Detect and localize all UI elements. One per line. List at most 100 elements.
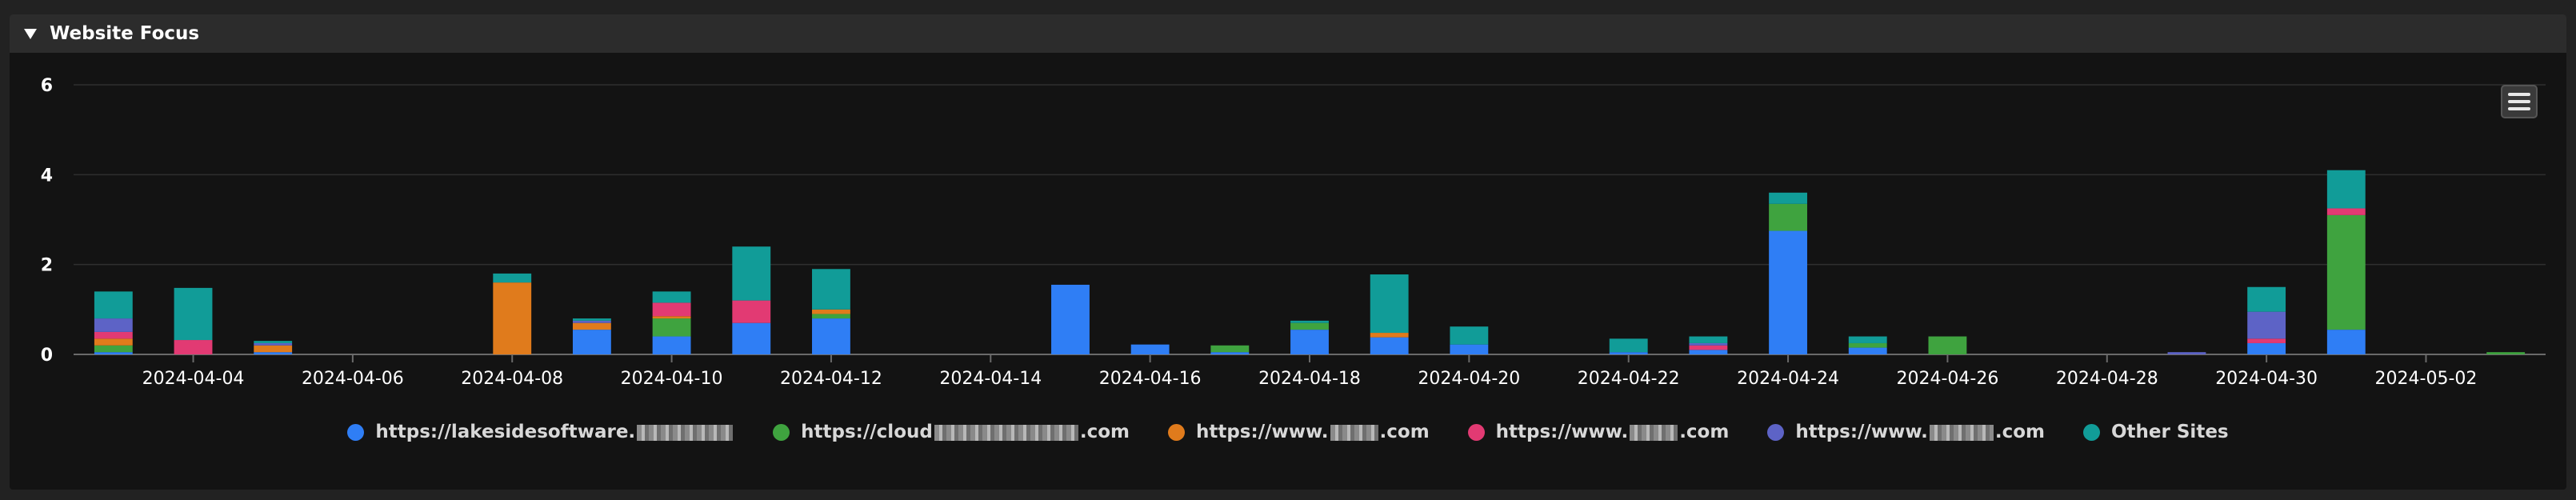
bar-segment [1370,274,1409,334]
bar-segment [2326,330,2366,354]
bar-segment [2167,352,2206,354]
x-tick-label: 2024-04-04 [142,369,245,389]
legend-dot-icon [1767,423,1785,441]
x-tick-label: 2024-04-06 [302,369,404,389]
bar-segment [254,345,293,353]
hamburger-line-icon [2508,107,2530,110]
bar-segment [652,291,691,303]
bar-segment [254,352,293,354]
legend-label-suffix: .com [1079,422,1130,442]
hamburger-line-icon [2508,93,2530,96]
legend-label-suffix: .com [1379,422,1430,442]
bar-segment [732,300,771,323]
legend-dot-icon [773,423,790,441]
bar-segment [493,273,532,283]
legend-label: https://www. .com [1795,422,2045,442]
x-tick-label: 2024-04-24 [1737,369,1839,389]
bar-segment [94,318,133,332]
y-tick-label: 0 [41,346,53,366]
x-tick-label: 2024-04-28 [2056,369,2158,389]
x-tick-label: 2024-04-22 [1578,369,1680,389]
legend-item[interactable]: https://lakesidesoftware. [347,422,734,442]
legend-item[interactable]: https://www. .com [1167,422,1430,442]
legend-item[interactable]: Other Sites [2083,422,2229,442]
bar-segment [1689,336,1728,343]
website-focus-panel: Website Focus 0 2 4 6 2024-04-04 2024-04-06 20… [10,14,2566,490]
y-tick-label: 4 [41,166,53,186]
x-tick-label: 2024-04-10 [621,369,723,389]
legend-label-prefix: https://lakesidesoftware. [375,422,636,442]
x-tick-label: 2024-04-20 [1418,369,1520,389]
redacted-text [934,424,1078,441]
x-tick-label: 2024-04-12 [780,369,882,389]
bar-segment [2486,352,2526,354]
x-tick-label: 2024-04-26 [1896,369,1998,389]
bar-segment [94,345,133,353]
legend-label-prefix: https://www. [1795,422,1928,442]
bar-segment [94,352,133,354]
legend-label-suffix: .com [1679,422,1730,442]
bar-segment [1290,330,1329,354]
chart-menu-button[interactable] [2501,85,2538,118]
bar-segment [2247,286,2286,312]
x-tick-label: 2024-04-30 [2215,369,2318,389]
bar-segment [2247,338,2286,343]
bar-segment [652,302,691,317]
bar-segment [1848,347,1887,354]
bar-segment [254,341,293,343]
redacted-text [1929,424,1994,441]
bar-segment [1450,326,1489,345]
bar-segment [94,338,133,346]
bar-segment [493,282,532,354]
y-tick-label: 2 [41,256,53,276]
legend-dot-icon [347,423,365,441]
bar-segment [572,330,611,354]
legend-label: https://lakesidesoftware. [375,422,734,442]
bar-segment [572,318,611,321]
bar-segment [174,287,213,341]
legend-label: https://cloud .com [801,422,1130,442]
legend-label-prefix: Other Sites [2111,422,2229,442]
bar-segment [812,318,850,354]
bar-segment [2326,208,2366,215]
bar-segment [812,314,850,319]
bar-segment [1290,322,1329,330]
bar-segment [812,269,850,310]
bar-segment [174,340,213,354]
bar-segment [732,322,771,354]
x-tick-label: 2024-05-02 [2375,369,2478,389]
bar-segment [1290,320,1329,323]
bar-segment [94,291,133,319]
x-tick-label: 2024-04-18 [1258,369,1361,389]
legend-label-suffix: .com [1994,422,2045,442]
bar-segment [1689,345,1728,350]
bar-segment [2326,170,2366,209]
y-tick-label: 6 [41,76,53,96]
legend-label-prefix: https://www. [1495,422,1629,442]
bar-segment [1130,344,1170,354]
bar-segment [1609,338,1648,353]
legend-item[interactable]: https://cloud .com [773,422,1130,442]
bar-segment [812,309,850,314]
bar-segment [2247,342,2286,354]
bar-segment [94,331,133,339]
bar-segment [1769,203,1807,231]
legend-item[interactable]: https://www. .com [1767,422,2045,442]
bar-segment [2247,311,2286,339]
chart-legend: https://lakesidesoftware. https://cloud .c… [10,416,2566,448]
bar-segment [1769,230,1807,354]
legend-item[interactable]: https://www. .com [1467,422,1730,442]
legend-label-prefix: https://cloud [801,422,933,442]
x-tick-label: 2024-04-14 [939,369,1042,389]
legend-label: https://www. .com [1196,422,1430,442]
bar-segment [1370,337,1409,354]
bar-segment [1689,342,1728,346]
bar-segment [1450,344,1489,354]
bar-segment [652,318,691,337]
bar-segment [1210,352,1250,354]
bar-segment [1848,342,1887,348]
bar-segment [1609,352,1648,354]
bar-segment [1848,336,1887,343]
bar-segment [2326,214,2366,330]
redacted-text [1630,424,1678,441]
